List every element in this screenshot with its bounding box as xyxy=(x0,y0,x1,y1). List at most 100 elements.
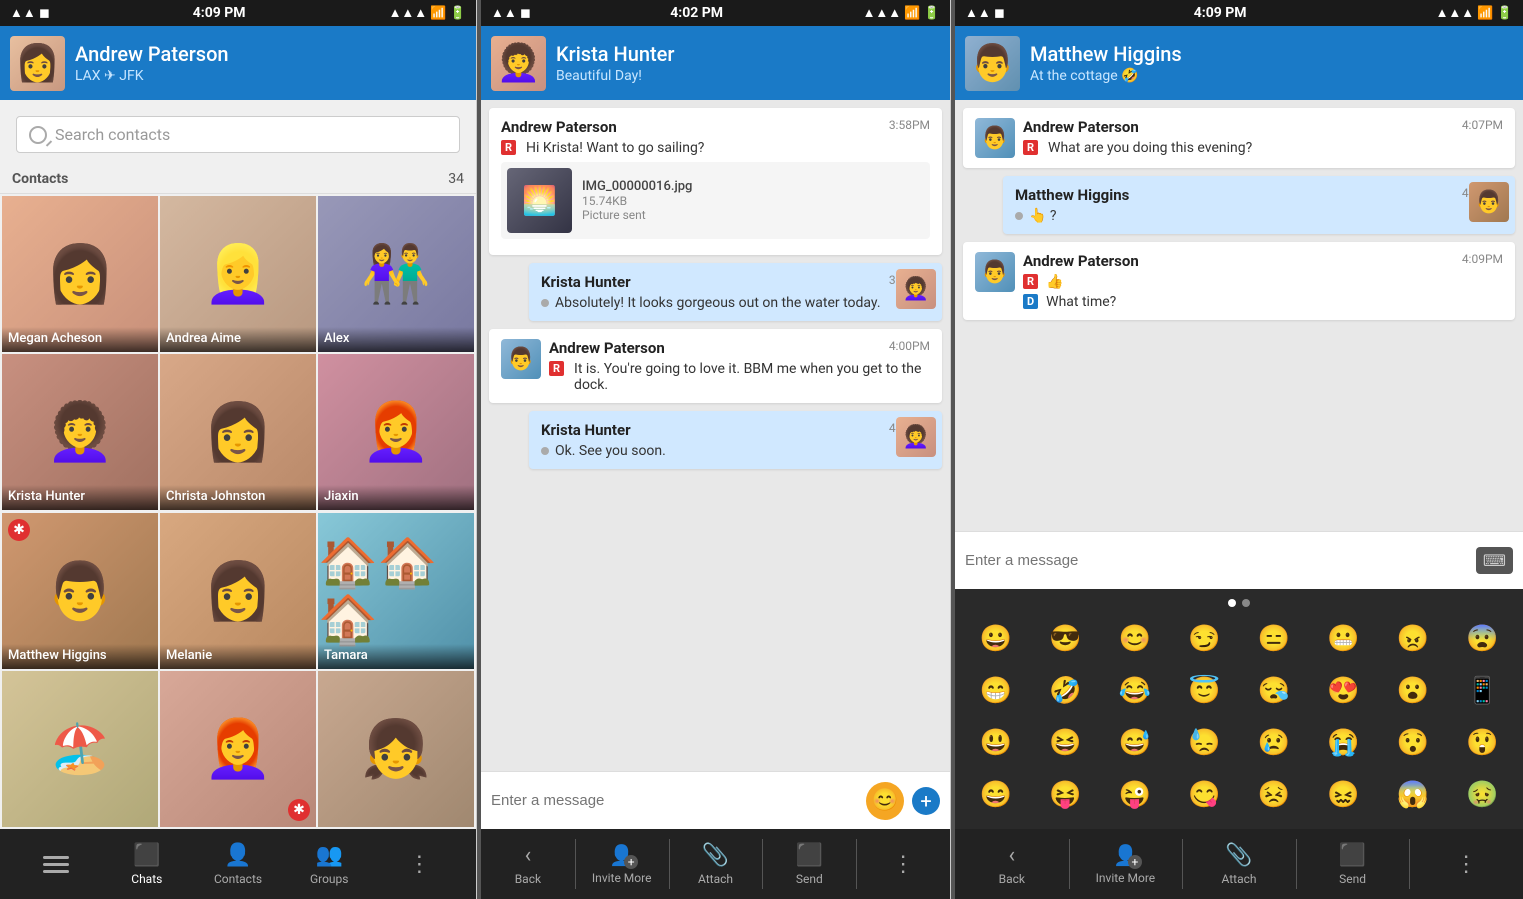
emoji-key[interactable]: 😂 xyxy=(1113,669,1157,713)
nav-item-contacts[interactable]: 👤 Contacts xyxy=(192,829,283,899)
nav-send-2[interactable]: ⬛ Send xyxy=(1296,829,1410,899)
contact-tamara[interactable]: 🏠🏠🏠 Tamara xyxy=(318,513,474,669)
plus-button-1[interactable]: + xyxy=(912,787,940,815)
contact-unknown2[interactable]: 👧 xyxy=(318,671,474,827)
message-bubble: 👨 Matthew Higgins 4:08PM 👆 ? xyxy=(1003,176,1515,234)
emoji-key[interactable]: 😍 xyxy=(1321,669,1365,713)
emoji-row-3: 😃 😆 😅 😓 😢 😭 😯 😲 xyxy=(961,717,1517,769)
nav-back-2[interactable]: ‹ Back xyxy=(955,829,1069,899)
emoji-key[interactable]: 😓 xyxy=(1182,721,1226,765)
emoji-key[interactable]: 😱 xyxy=(1391,773,1435,817)
nav-label-chats: Chats xyxy=(131,872,162,886)
emoji-key[interactable]: 😊 xyxy=(1113,617,1157,661)
emoji-key[interactable]: 😨 xyxy=(1460,617,1504,661)
emoji-key[interactable]: 😠 xyxy=(1391,617,1435,661)
chat-matthew-panel: ▲▲ ◼ 4:09 PM ▲▲▲ 📶 🔋 👨 Matthew Higgins A… xyxy=(955,0,1523,899)
emoji-key[interactable]: 😜 xyxy=(1113,773,1157,817)
send-icon-2: ⬛ xyxy=(1339,843,1366,868)
emoji-key[interactable]: 📱 xyxy=(1460,669,1504,713)
emoji-key[interactable]: 😑 xyxy=(1252,617,1296,661)
nav-attach-2[interactable]: 📎 Attach xyxy=(1182,829,1296,899)
bottom-nav-contacts: ⬛ Chats 👤 Contacts 👥 Groups ⋮ xyxy=(0,829,476,899)
message-bubble: 👩‍🦱 Krista Hunter 3:59PM Absolutely! It … xyxy=(529,263,942,321)
nav-more-2[interactable]: ⋮ xyxy=(1409,829,1523,899)
msg-time: 3:58PM xyxy=(889,118,930,132)
message-input-1[interactable] xyxy=(491,792,858,809)
msg-text: 👆 ? xyxy=(1029,208,1057,224)
emoji-key[interactable]: 😬 xyxy=(1321,617,1365,661)
emoji-button-1[interactable]: 😊 xyxy=(866,782,904,820)
nav-item-more[interactable]: ⋮ xyxy=(375,829,466,899)
nav-item-menu[interactable] xyxy=(10,829,101,899)
emoji-key[interactable]: 😭 xyxy=(1321,721,1365,765)
contact-unknown1[interactable]: 👩‍🦰 ✱ xyxy=(160,671,316,827)
bbm-r-badge: R xyxy=(549,361,564,376)
msg-sender: Andrew Paterson xyxy=(1023,252,1139,270)
msg-bullet: Ok. See you soon. xyxy=(541,443,930,459)
emoji-key[interactable]: 😣 xyxy=(1252,773,1296,817)
contact-jiaxin[interactable]: 👩‍🦰 Jiaxin xyxy=(318,354,474,510)
nav-attach-1[interactable]: 📎 Attach xyxy=(669,829,763,899)
status-bar-chat1: ▲▲ ◼ 4:02 PM ▲▲▲ 📶 🔋 xyxy=(481,0,950,26)
emoji-key[interactable]: 🤣 xyxy=(1043,669,1087,713)
contact-badge-br: ✱ xyxy=(288,799,310,821)
emoji-key[interactable]: 😃 xyxy=(974,721,1018,765)
contact-name: Jiaxin xyxy=(318,485,474,510)
contact-krista[interactable]: 👩‍🦱 Krista Hunter xyxy=(2,354,158,510)
back-label-1: Back xyxy=(515,872,541,886)
nav-item-chats[interactable]: ⬛ Chats xyxy=(101,829,192,899)
nav-invite-2[interactable]: 👤+ Invite More xyxy=(1069,829,1183,899)
message-input-2[interactable] xyxy=(965,552,1468,569)
page-dot xyxy=(1242,599,1250,607)
nav-back-1[interactable]: ‹ Back xyxy=(481,829,575,899)
search-contacts-input[interactable]: Search contacts xyxy=(16,116,460,153)
contact-name: Alex xyxy=(318,327,474,352)
contact-alex[interactable]: 👫 Alex xyxy=(318,196,474,352)
contact-matthew[interactable]: ✱ 👨 Matthew Higgins xyxy=(2,513,158,669)
more-icon-2: ⋮ xyxy=(1455,852,1477,877)
invite-icon-2: 👤+ xyxy=(1113,843,1138,867)
chat-krista-panel: ▲▲ ◼ 4:02 PM ▲▲▲ 📶 🔋 👩‍🦱 Krista Hunter B… xyxy=(481,0,951,899)
emoji-key[interactable]: 🤢 xyxy=(1460,773,1504,817)
contacts-icon: 👤 xyxy=(224,843,251,868)
krista-info: Krista Hunter Beautiful Day! xyxy=(556,42,940,84)
emoji-key[interactable]: 😢 xyxy=(1252,721,1296,765)
nav-more-1[interactable]: ⋮ xyxy=(856,829,950,899)
nav-send-1[interactable]: ⬛ Send xyxy=(762,829,856,899)
emoji-key[interactable]: 😎 xyxy=(1043,617,1087,661)
contact-christa[interactable]: 👩 Christa Johnston xyxy=(160,354,316,510)
contacts-count: 34 xyxy=(448,171,464,187)
emoji-key[interactable]: 😄 xyxy=(974,773,1018,817)
battery-signal-2: ▲▲▲ 📶 🔋 xyxy=(863,5,940,21)
emoji-key[interactable]: 😏 xyxy=(1182,617,1226,661)
keyboard-button[interactable]: ⌨ xyxy=(1476,547,1513,574)
emoji-key[interactable]: 😮 xyxy=(1391,669,1435,713)
contact-beach[interactable]: 🏖️ xyxy=(2,671,158,827)
msg-text: Ok. See you soon. xyxy=(555,443,666,459)
img-status: Picture sent xyxy=(582,208,924,222)
bbm-icon: ⬛ xyxy=(133,843,160,868)
emoji-key[interactable]: 😲 xyxy=(1460,721,1504,765)
img-filename: IMG_00000016.jpg xyxy=(582,179,924,194)
emoji-key[interactable]: 😆 xyxy=(1043,721,1087,765)
status-icons-3: ▲▲ ◼ xyxy=(965,5,1005,21)
emoji-key[interactable]: 😅 xyxy=(1113,721,1157,765)
contact-andrea[interactable]: 👱‍♀️ Andrea Aime xyxy=(160,196,316,352)
bbm-r-badge: R xyxy=(501,140,516,155)
nav-item-groups[interactable]: 👥 Groups xyxy=(284,829,375,899)
clock-3: 4:09 PM xyxy=(1194,5,1247,21)
emoji-key[interactable]: 😖 xyxy=(1321,773,1365,817)
nav-invite-1[interactable]: 👤+ Invite More xyxy=(575,829,669,899)
emoji-key[interactable]: 😁 xyxy=(974,669,1018,713)
matthew-name: Matthew Higgins xyxy=(1030,42,1513,66)
emoji-key[interactable]: 😯 xyxy=(1391,721,1435,765)
search-placeholder: Search contacts xyxy=(55,125,170,144)
emoji-key[interactable]: 😝 xyxy=(1043,773,1087,817)
emoji-key[interactable]: 😀 xyxy=(974,617,1018,661)
contact-melanie[interactable]: 👩 Melanie xyxy=(160,513,316,669)
emoji-key[interactable]: 😇 xyxy=(1182,669,1226,713)
status-icons: ▲▲ ◼ xyxy=(10,5,50,21)
contact-megan[interactable]: 👩 Megan Acheson xyxy=(2,196,158,352)
emoji-key[interactable]: 😋 xyxy=(1182,773,1226,817)
emoji-key[interactable]: 😪 xyxy=(1252,669,1296,713)
